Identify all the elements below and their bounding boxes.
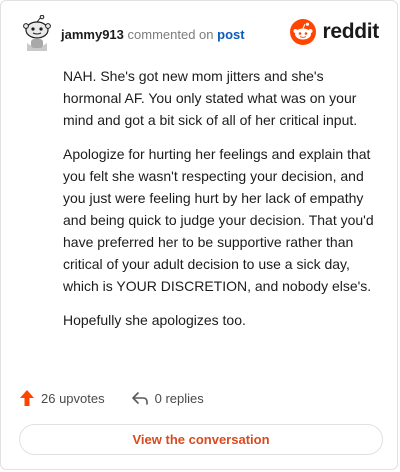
upvotes-stat[interactable]: 26 upvotes	[19, 389, 105, 407]
username-link[interactable]: jammy913	[61, 27, 124, 42]
upvote-arrow-icon	[20, 390, 34, 406]
comment-stats: 26 upvotes 0 replies	[19, 389, 230, 407]
reddit-wordmark: reddit	[322, 20, 379, 43]
post-link[interactable]: post	[217, 27, 244, 42]
comment-body: NAH. She's got new mom jitters and she's…	[63, 65, 375, 343]
reddit-alien-icon	[290, 19, 317, 45]
comment-header: jammy913 commented on post reddit	[19, 15, 379, 55]
view-conversation-button[interactable]: View the conversation	[19, 424, 383, 455]
replies-stat[interactable]: 0 replies	[131, 390, 204, 406]
action-text: commented on	[127, 27, 214, 42]
comment-paragraph: NAH. She's got new mom jitters and she's…	[63, 68, 358, 128]
snoo-avatar-icon	[22, 15, 52, 51]
reddit-logo[interactable]: reddit	[290, 19, 379, 45]
comment-paragraph: Hopefully she apologizes too.	[63, 312, 246, 328]
reply-arrow-icon	[131, 392, 148, 405]
comment-paragraph: Apologize for hurting her feelings and e…	[63, 146, 374, 294]
comment-embed-card: jammy913 commented on post reddit NAH. S…	[0, 0, 398, 470]
upvotes-count: 26 upvotes	[41, 390, 105, 406]
comment-meta: jammy913 commented on post	[61, 27, 245, 42]
replies-count: 0 replies	[154, 390, 204, 406]
